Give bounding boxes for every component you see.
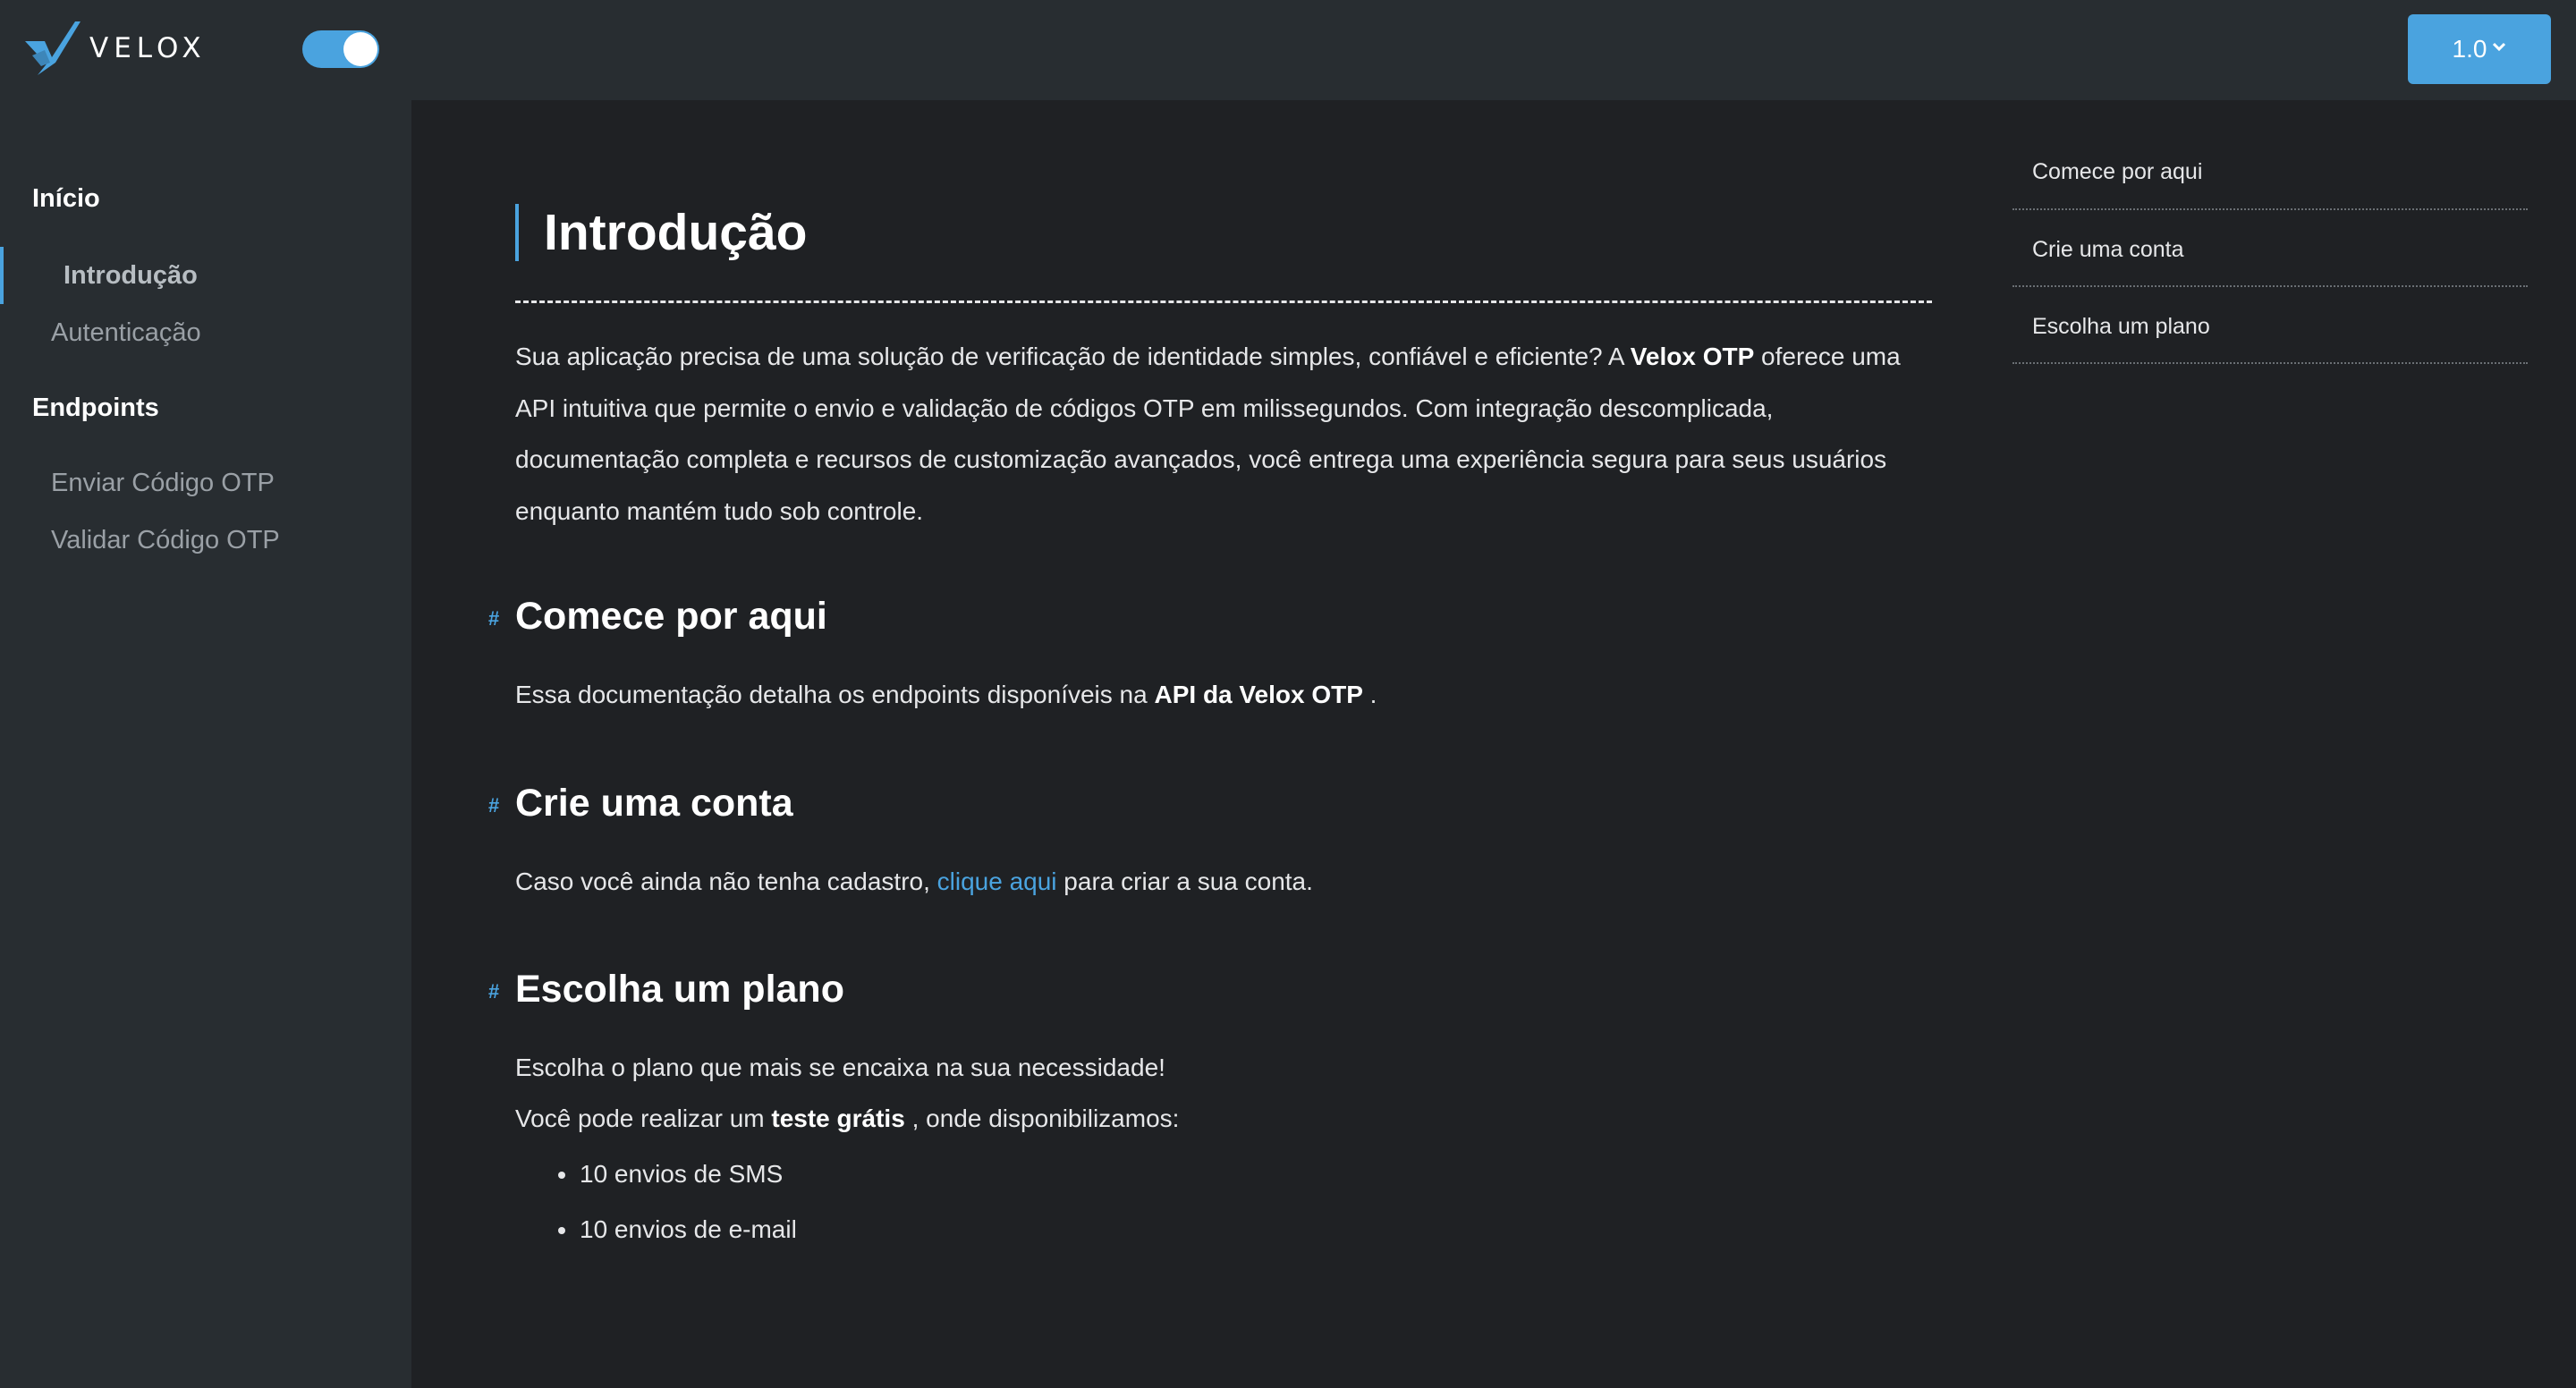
list-item: 10 envios de SMS [558, 1147, 797, 1202]
title-divider [515, 300, 1932, 303]
anchor-icon[interactable]: # [488, 980, 499, 1003]
toggle-knob [343, 32, 377, 66]
crie-text-after: para criar a sua conta. [1056, 868, 1313, 895]
sidebar-item-autenticacao[interactable]: Autenticação [51, 318, 201, 348]
plan-bullet-list: 10 envios de SMS 10 envios de e-mail [558, 1147, 797, 1257]
section-heading-crie: # Crie uma conta [488, 782, 793, 825]
comece-text-before: Essa documentação detalha os endpoints d… [515, 681, 1155, 708]
logo-text: VELOX [89, 32, 207, 64]
logo[interactable]: VELOX [25, 20, 231, 77]
page-title-wrap: Introdução [515, 204, 808, 261]
intro-bold: Velox OTP [1630, 343, 1755, 370]
velox-logo-icon [25, 21, 80, 75]
section-heading-crie-text: Crie uma conta [515, 782, 793, 825]
chevron-down-icon [2492, 38, 2506, 56]
section-escolha-line1: Escolha o plano que mais se encaixa na s… [515, 1054, 1165, 1081]
sidebar-item-introducao[interactable]: Introdução [64, 261, 198, 291]
version-label: 1.0 [2452, 35, 2487, 63]
signup-link[interactable]: clique aqui [937, 868, 1057, 895]
section-heading-comece-text: Comece por aqui [515, 595, 827, 638]
intro-paragraph: Sua aplicação precisa de uma solução de … [515, 331, 1932, 537]
top-bar: VELOX 1.0 [0, 0, 2576, 100]
toc-item-crie[interactable]: Crie uma conta [2012, 210, 2528, 287]
comece-text-after: . [1362, 681, 1377, 708]
active-indicator [0, 247, 4, 304]
intro-text-1: Sua aplicação precisa de uma solução de … [515, 343, 1631, 370]
escolha-line2-bold: teste grátis [771, 1104, 905, 1132]
toc-item-comece[interactable]: Comece por aqui [2012, 132, 2528, 210]
list-item: 10 envios de e-mail [558, 1202, 797, 1257]
version-dropdown[interactable]: 1.0 [2408, 14, 2551, 84]
crie-text-before: Caso você ainda não tenha cadastro, [515, 868, 937, 895]
anchor-icon[interactable]: # [488, 607, 499, 631]
toc-item-escolha[interactable]: Escolha um plano [2012, 287, 2528, 364]
comece-bold: API da Velox OTP [1154, 681, 1363, 708]
sidebar-section-inicio[interactable]: Início [32, 184, 100, 214]
sidebar-item-enviar-codigo-otp[interactable]: Enviar Código OTP [51, 469, 275, 498]
anchor-icon[interactable]: # [488, 794, 499, 817]
sidebar-item-validar-codigo-otp[interactable]: Validar Código OTP [51, 526, 280, 555]
section-heading-escolha-text: Escolha um plano [515, 968, 844, 1011]
section-crie-text: Caso você ainda não tenha cadastro, cliq… [515, 856, 1932, 908]
section-heading-escolha: # Escolha um plano [488, 968, 844, 1011]
sidebar-section-endpoints[interactable]: Endpoints [32, 394, 159, 423]
escolha-line2-before: Você pode realizar um [515, 1104, 772, 1132]
page-title: Introdução [544, 204, 808, 261]
section-heading-comece: # Comece por aqui [488, 595, 827, 639]
section-escolha-line2: Você pode realizar um teste grátis , ond… [515, 1093, 1932, 1145]
section-comece-text: Essa documentação detalha os endpoints d… [515, 669, 1932, 721]
theme-toggle[interactable] [302, 30, 379, 68]
table-of-contents: Comece por aqui Crie uma conta Escolha u… [2012, 159, 2528, 364]
escolha-line2-after: , onde disponibilizamos: [904, 1104, 1180, 1132]
sidebar: Início Introdução Autenticação Endpoints… [0, 100, 411, 1388]
